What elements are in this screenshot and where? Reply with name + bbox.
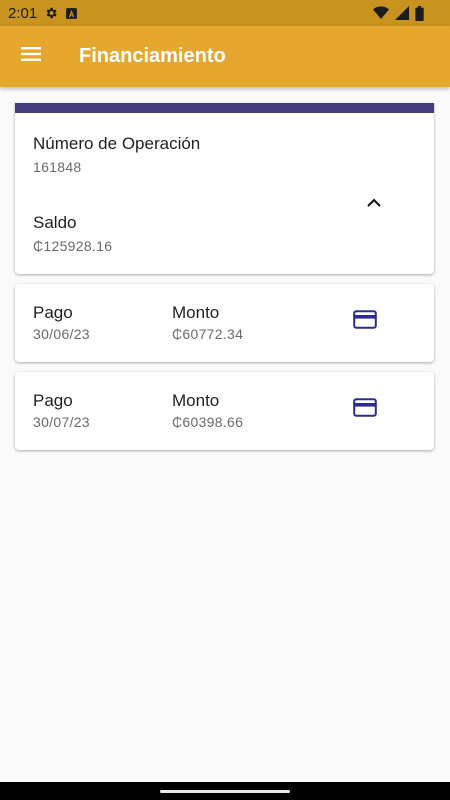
payment-card: Pago 30/07/23 Monto ₵60398.66	[15, 372, 434, 450]
font-icon	[65, 7, 78, 20]
wifi-icon	[373, 6, 389, 20]
status-time: 2:01	[8, 4, 38, 22]
payment-date-value: 30/06/23	[33, 326, 90, 342]
payment-date-label: Pago	[33, 391, 73, 410]
app-bar: Financiamiento	[0, 26, 450, 87]
menu-icon	[21, 46, 41, 67]
pay-button[interactable]	[351, 398, 379, 422]
system-nav-bar	[0, 782, 450, 800]
status-bar: 2:01	[0, 0, 450, 26]
home-indicator[interactable]	[160, 790, 290, 793]
payment-amount-label: Monto	[172, 391, 220, 410]
credit-card-icon	[353, 398, 377, 422]
payment-date-value: 30/07/23	[33, 414, 90, 430]
collapse-toggle-button[interactable]	[363, 193, 385, 215]
operation-number-label: Número de Operación	[33, 134, 201, 153]
status-left: 2:01	[0, 5, 78, 22]
gear-icon	[44, 6, 58, 20]
balance-label: Saldo	[33, 213, 77, 232]
payment-date-label: Pago	[33, 303, 73, 322]
payment-amount-value: ₵60772.34	[172, 326, 244, 342]
payment-card: Pago 30/06/23 Monto ₵60772.34	[15, 284, 434, 362]
page-title: Financiamiento	[79, 45, 226, 67]
payment-amount-value: ₵60398.66	[172, 414, 244, 430]
status-right	[373, 5, 450, 21]
signal-icon	[395, 6, 409, 20]
balance-value: ₵125928.16	[33, 238, 113, 254]
battery-icon	[415, 5, 424, 21]
credit-card-icon	[353, 310, 377, 334]
operation-summary-card: Número de Operación 161848 Saldo ₵125928…	[15, 103, 434, 274]
chevron-up-icon	[366, 195, 382, 213]
pay-button[interactable]	[351, 310, 379, 334]
payment-amount-label: Monto	[172, 303, 220, 322]
operation-number-value: 161848	[33, 159, 82, 175]
menu-button[interactable]	[16, 42, 46, 72]
